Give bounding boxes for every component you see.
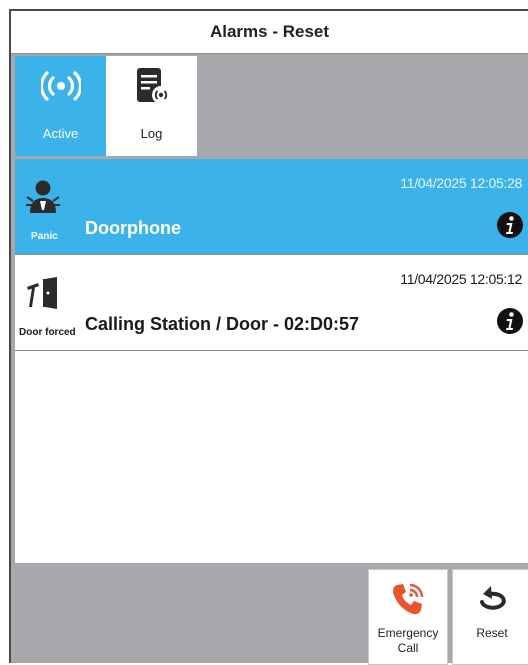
app-window: Alarms - Reset Active Log Panic Doorphon… — [9, 9, 528, 665]
alarm-timestamp: 11/04/2025 12:05:28 — [400, 175, 522, 191]
window-title-bar: Alarms - Reset — [11, 11, 528, 54]
info-icon[interactable] — [496, 211, 524, 239]
emergency-phone-icon — [393, 583, 424, 615]
alarm-type-label: Door forced — [19, 327, 76, 338]
reset-label: Reset — [476, 626, 508, 640]
info-icon[interactable] — [496, 307, 524, 335]
alarm-description: Doorphone — [85, 218, 181, 238]
alarm-timestamp: 11/04/2025 12:05:12 — [400, 271, 522, 287]
alarm-row-door-forced[interactable]: Door forced Calling Station / Door - 02:… — [15, 255, 528, 351]
tab-log[interactable]: Log — [106, 56, 197, 156]
alarm-list: Panic Doorphone 11/04/2025 12:05:28 Door… — [15, 159, 528, 563]
log-document-icon — [136, 68, 170, 104]
alarm-description: Calling Station / Door - 02:D0:57 — [85, 314, 360, 334]
window-title: Alarms - Reset — [209, 22, 330, 41]
tab-active-label: Active — [42, 126, 79, 141]
action-bar: Emergency Call Reset — [11, 565, 528, 665]
emergency-call-label: Emergency Call — [377, 626, 439, 655]
door-forced-icon — [27, 277, 57, 309]
reset-button[interactable]: Reset — [452, 569, 528, 665]
panic-person-icon — [26, 180, 60, 213]
tab-active[interactable]: Active — [15, 56, 106, 156]
alarm-type-label: Panic — [31, 231, 58, 242]
tab-log-label: Log — [140, 126, 163, 141]
alarm-row-panic[interactable]: Panic Doorphone 11/04/2025 12:05:28 — [15, 159, 528, 255]
emergency-call-button[interactable]: Emergency Call — [368, 569, 448, 665]
broadcast-icon — [40, 71, 81, 101]
reset-arrow-icon — [480, 586, 506, 610]
tab-bar: Active Log — [15, 56, 197, 156]
